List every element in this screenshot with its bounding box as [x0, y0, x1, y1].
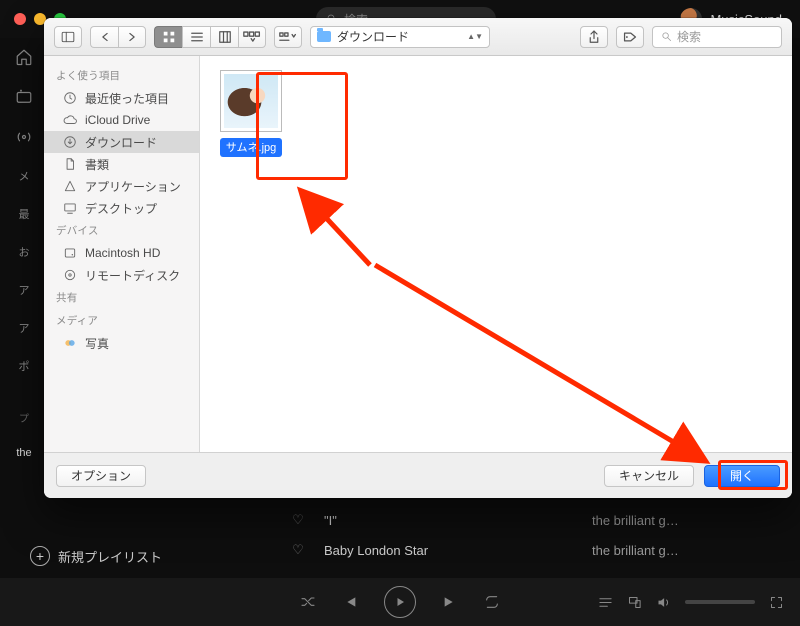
track-title: "I" — [324, 513, 574, 528]
sidebar-section-header: デバイス — [44, 219, 199, 242]
search-icon — [661, 31, 672, 42]
tags-button[interactable] — [616, 26, 644, 48]
sidebar-item-label: アプリケーション — [85, 178, 181, 195]
toggle-sidebar-button[interactable] — [54, 26, 82, 48]
desktop-icon — [62, 201, 78, 215]
bg-rail-label: ア — [19, 320, 30, 336]
expand-icon[interactable] — [769, 595, 784, 610]
sidebar-item[interactable]: リモートディスク — [44, 264, 199, 286]
play-icon — [394, 596, 406, 608]
sidebar-item[interactable]: アプリケーション — [44, 175, 199, 197]
sidebar-item[interactable]: 写真 — [44, 332, 199, 354]
player-bar — [0, 578, 800, 626]
cancel-button[interactable]: キャンセル — [604, 465, 694, 487]
view-columns-button[interactable] — [210, 26, 238, 48]
heart-icon[interactable]: ♡ — [290, 512, 306, 528]
view-mode-switcher — [154, 26, 266, 48]
options-button[interactable]: オプション — [56, 465, 146, 487]
home-icon[interactable] — [15, 48, 33, 66]
path-label: ダウンロード — [337, 28, 409, 45]
bg-rail-label: プ — [19, 410, 29, 425]
path-popup[interactable]: ダウンロード ▲▼ — [310, 26, 490, 48]
volume-icon[interactable] — [656, 595, 671, 610]
bg-rail-label: メ — [19, 168, 30, 184]
nav-forward-button[interactable] — [118, 26, 146, 48]
panel-search-field[interactable]: 検索 — [652, 26, 782, 48]
sidebar-item[interactable]: iCloud Drive — [44, 109, 199, 131]
player-right-controls — [598, 595, 784, 610]
panel-search-placeholder: 検索 — [677, 28, 701, 45]
photos-icon — [62, 336, 78, 350]
track-row[interactable]: ♡ "I" the brilliant g… — [290, 505, 780, 535]
open-panel-toolbar: ダウンロード ▲▼ 検索 — [44, 18, 792, 56]
track-artist: the brilliant g… — [592, 543, 679, 558]
browse-icon[interactable] — [15, 88, 33, 106]
bg-rail-label: ポ — [19, 358, 30, 374]
bg-track-list: ♡ "I" the brilliant g… ♡ Baby London Sta… — [290, 505, 780, 565]
nav-back-button[interactable] — [90, 26, 118, 48]
sidebar-item-label: iCloud Drive — [85, 113, 150, 127]
sidebar-item[interactable]: デスクトップ — [44, 197, 199, 219]
repeat-icon[interactable] — [484, 594, 500, 610]
sidebar-item-label: デスクトップ — [85, 200, 157, 217]
disk-icon — [62, 246, 78, 260]
app-icon — [62, 179, 78, 193]
folder-icon — [317, 31, 331, 42]
sidebar-item-label: 写真 — [85, 335, 109, 352]
open-panel-content[interactable]: サムネ.jpg — [200, 56, 792, 452]
nav-back-forward — [90, 26, 146, 48]
new-playlist-button[interactable]: + 新規プレイリスト — [30, 546, 162, 566]
track-row[interactable]: ♡ Baby London Star the brilliant g… — [290, 535, 780, 565]
queue-icon[interactable] — [598, 595, 613, 610]
remotedisk-icon — [62, 268, 78, 282]
download-icon — [62, 135, 78, 149]
open-panel: ダウンロード ▲▼ 検索 よく使う項目最近使った項目 iCloud Drive ダウ… — [44, 18, 792, 498]
group-by-button[interactable] — [274, 26, 302, 48]
clock-icon — [62, 91, 78, 105]
new-playlist-label: 新規プレイリスト — [58, 547, 162, 566]
sidebar-item[interactable]: 最近使った項目 — [44, 87, 199, 109]
sidebar-item-label: 書類 — [85, 156, 109, 173]
sidebar-section-header: 共有 — [44, 286, 199, 309]
sidebar-item-label: Macintosh HD — [85, 246, 160, 260]
view-list-button[interactable] — [182, 26, 210, 48]
shuffle-icon[interactable] — [300, 594, 316, 610]
file-name-label: サムネ.jpg — [220, 138, 283, 157]
sidebar-item[interactable]: ダウンロード — [44, 131, 199, 153]
bg-rail-label: お — [19, 244, 30, 260]
sidebar-item-label: 最近使った項目 — [85, 90, 169, 107]
sidebar-item-label: ダウンロード — [85, 134, 157, 151]
radio-icon[interactable] — [15, 128, 33, 146]
bg-rail-label: 最 — [19, 206, 30, 222]
chevron-updown-icon: ▲▼ — [467, 34, 483, 39]
heart-icon[interactable]: ♡ — [290, 542, 306, 558]
track-title: Baby London Star — [324, 543, 574, 558]
next-track-icon[interactable] — [442, 594, 458, 610]
open-button[interactable]: 開く — [704, 465, 780, 487]
track-artist: the brilliant g… — [592, 513, 679, 528]
window-close-icon[interactable] — [14, 13, 26, 25]
cloud-icon — [62, 113, 78, 127]
bg-rail-label: ア — [19, 282, 30, 298]
open-panel-bottombar: オプション キャンセル 開く — [44, 452, 792, 498]
file-thumbnail — [220, 70, 282, 132]
volume-slider[interactable] — [685, 600, 755, 604]
sidebar-section-header: よく使う項目 — [44, 64, 199, 87]
sidebar-item-label: リモートディスク — [85, 267, 180, 284]
open-panel-sidebar: よく使う項目最近使った項目 iCloud Drive ダウンロード書類アプリケーショ… — [44, 56, 200, 452]
view-gallery-button[interactable] — [238, 26, 266, 48]
bg-left-rail: メ 最 お ア ア ポ プ the — [0, 38, 48, 566]
devices-icon[interactable] — [627, 595, 642, 610]
play-button[interactable] — [384, 586, 416, 618]
plus-circle-icon: + — [30, 546, 50, 566]
sidebar-item[interactable]: Macintosh HD — [44, 242, 199, 264]
sidebar-section-header: メディア — [44, 309, 199, 332]
doc-icon — [62, 157, 78, 171]
share-button[interactable] — [580, 26, 608, 48]
file-item[interactable]: サムネ.jpg — [215, 70, 287, 162]
prev-track-icon[interactable] — [342, 594, 358, 610]
view-icons-button[interactable] — [154, 26, 182, 48]
bg-rail-label: the — [16, 447, 31, 459]
sidebar-item[interactable]: 書類 — [44, 153, 199, 175]
